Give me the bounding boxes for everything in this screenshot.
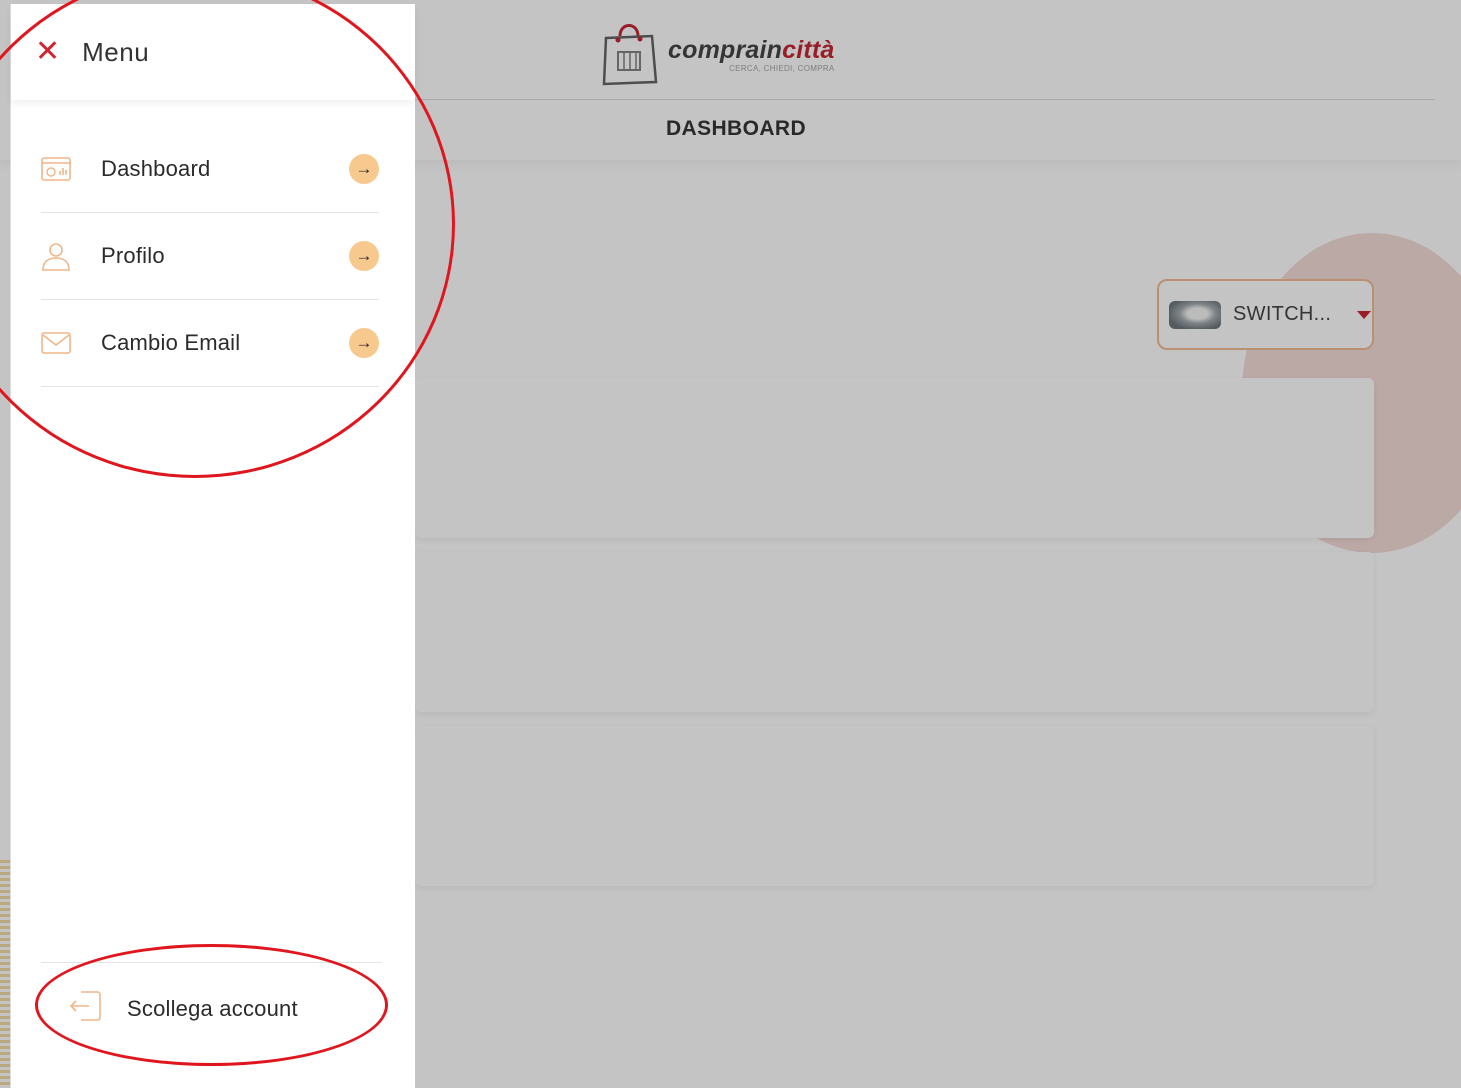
logout-icon bbox=[67, 988, 103, 1029]
drawer-header: ✕ Menu bbox=[11, 4, 415, 100]
menu-item-label: Cambio Email bbox=[101, 330, 241, 355]
logout-label: Scollega account bbox=[127, 995, 298, 1021]
arrow-right-icon[interactable]: → bbox=[349, 241, 379, 271]
menu-item-label: Profilo bbox=[101, 243, 165, 268]
menu-item-profilo[interactable]: Profilo → bbox=[41, 213, 379, 300]
menu-title: Menu bbox=[82, 36, 150, 67]
envelope-icon bbox=[41, 328, 71, 358]
dashboard-icon bbox=[41, 154, 71, 184]
logout-button[interactable]: Scollega account bbox=[67, 988, 298, 1029]
arrow-right-icon[interactable]: → bbox=[349, 154, 379, 184]
footer-divider bbox=[41, 962, 381, 963]
menu-item-label: Dashboard bbox=[101, 156, 211, 181]
close-icon[interactable]: ✕ bbox=[35, 37, 60, 67]
menu-list: Dashboard → Profilo → Cambio Email → bbox=[41, 126, 379, 387]
side-menu-drawer: ✕ Menu Dashboard → Profilo → Cambio Emai… bbox=[10, 4, 415, 1088]
menu-item-cambio-email[interactable]: Cambio Email → bbox=[41, 300, 379, 387]
menu-item-dashboard[interactable]: Dashboard → bbox=[41, 126, 379, 213]
arrow-right-icon[interactable]: → bbox=[349, 328, 379, 358]
user-icon bbox=[41, 241, 71, 271]
